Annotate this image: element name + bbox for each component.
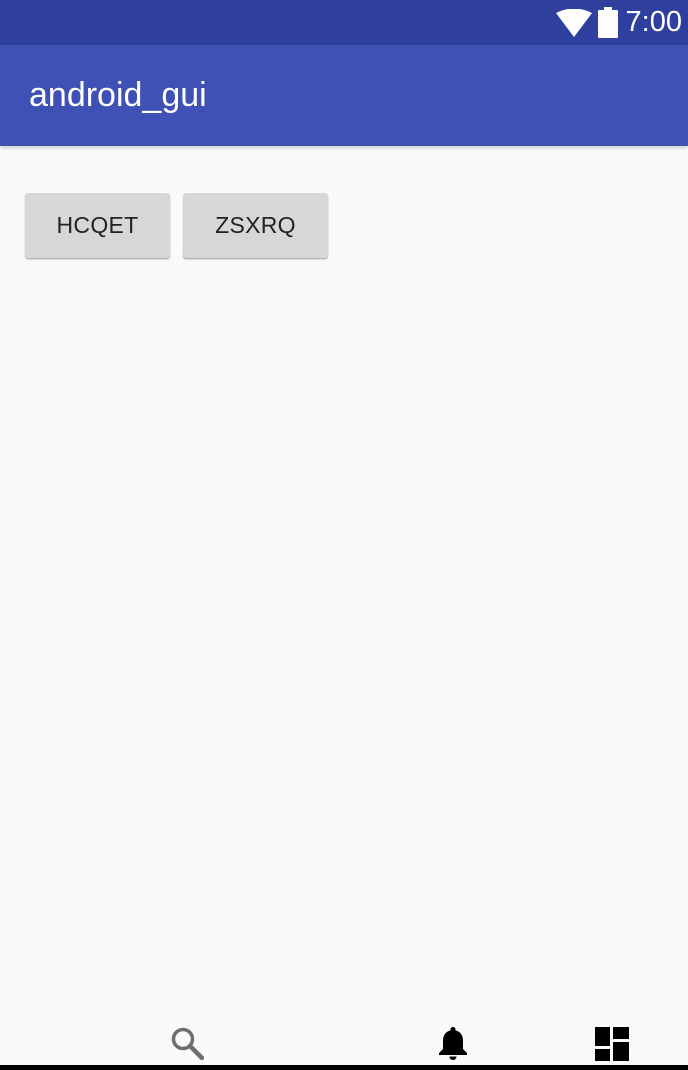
hcqet-button[interactable]: HCQET — [25, 193, 170, 258]
bell-icon[interactable] — [437, 1025, 469, 1061]
status-icons: 7:00 — [555, 0, 682, 45]
bottom-edge — [0, 1065, 688, 1070]
wifi-icon — [555, 8, 592, 37]
screen: 7:00 android_gui HCQET ZSXRQ — [0, 0, 688, 1070]
dashboard-icon[interactable] — [595, 1027, 629, 1061]
status-bar: 7:00 — [0, 0, 688, 45]
app-title: android_gui — [29, 76, 207, 114]
bottom-nav — [0, 1016, 688, 1065]
zsxrq-button[interactable]: ZSXRQ — [183, 193, 328, 258]
app-bar: android_gui — [0, 45, 688, 146]
search-icon[interactable] — [170, 1026, 204, 1060]
battery-icon — [597, 7, 618, 38]
status-time: 7:00 — [625, 6, 682, 38]
